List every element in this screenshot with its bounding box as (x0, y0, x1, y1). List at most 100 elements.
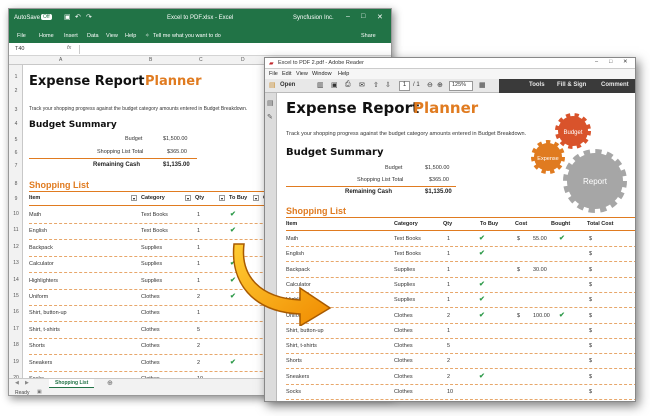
cell-category: Text Books (394, 251, 421, 258)
row-number[interactable]: 17 (9, 326, 23, 332)
function-icon[interactable]: fx (67, 45, 71, 51)
close-icon[interactable]: ✕ (377, 13, 383, 21)
maximize-icon[interactable]: □ (609, 59, 612, 65)
pdf-remaining-value: $1,135.00 (425, 189, 452, 195)
row-number[interactable]: 12 (9, 244, 23, 250)
filter-dropdown-icon[interactable]: ▾ (185, 195, 191, 201)
ribbon-tab-insert[interactable]: Insert (64, 33, 78, 39)
row-number[interactable]: 6 (9, 150, 23, 156)
undo-icon[interactable]: ↶ (75, 13, 81, 21)
row-number[interactable]: 4 (9, 121, 23, 127)
divider (286, 186, 456, 187)
name-box[interactable]: T40 (15, 46, 24, 52)
zoom-out-icon[interactable]: ⊖ (427, 81, 433, 89)
tools-panel-button[interactable]: Tools (529, 82, 545, 88)
autosave-toggle[interactable]: Off (41, 14, 52, 20)
add-sheet-icon[interactable]: ⊕ (107, 379, 113, 387)
row-number[interactable]: 5 (9, 137, 23, 143)
print-icon[interactable]: ⎙ (345, 81, 351, 89)
pages-thumbnail-icon[interactable]: ▤ (267, 99, 274, 107)
checkmark-icon[interactable]: ✔ (230, 226, 236, 234)
row-number[interactable]: 10 (9, 211, 23, 217)
zoom-in-icon[interactable]: ⊕ (437, 81, 443, 89)
cell-qty: 1 (447, 281, 451, 288)
row-number[interactable]: 2 (9, 88, 23, 94)
row-number[interactable]: 7 (9, 163, 23, 169)
row-number[interactable]: 1 (9, 74, 23, 80)
column-header[interactable]: D (241, 57, 245, 63)
row-number[interactable]: 8 (9, 181, 23, 187)
checkmark-icon[interactable]: ✔ (230, 358, 236, 366)
column-header[interactable]: A (59, 57, 62, 63)
row-number[interactable]: 16 (9, 309, 23, 315)
close-icon[interactable]: ✕ (623, 59, 628, 65)
ribbon-tab-home[interactable]: Home (39, 33, 54, 39)
ribbon-tab-help[interactable]: Help (125, 33, 136, 39)
filter-dropdown-icon[interactable]: ▾ (253, 195, 259, 201)
page-number-input[interactable]: 1 (399, 81, 410, 91)
account-name[interactable]: Syncfusion Inc. (293, 15, 334, 21)
menu-help[interactable]: Help (338, 71, 349, 77)
comment-panel-button[interactable]: Comment (601, 82, 629, 88)
save-icon[interactable]: ▣ (64, 13, 71, 21)
save-icon[interactable]: ▣ (331, 81, 338, 89)
redo-icon[interactable]: ↷ (86, 13, 92, 21)
formula-bar: T40 fx (9, 43, 391, 56)
reader-title-bar: ▰ Excel to PDF 2.pdf - Adobe Reader – □ … (265, 58, 635, 69)
row-number[interactable]: 15 (9, 293, 23, 299)
minimize-icon[interactable]: – (595, 59, 598, 65)
row-number[interactable]: 13 (9, 260, 23, 266)
tell-me-box[interactable]: Tell me what you want to do (153, 33, 221, 39)
column-header[interactable]: C (199, 57, 203, 63)
menu-file[interactable]: File (269, 71, 278, 77)
menu-window[interactable]: Window (312, 71, 332, 77)
open-button[interactable]: Open (280, 82, 295, 88)
sheet-column-header[interactable]: Qty (195, 195, 204, 201)
open-folder-icon[interactable]: ▤ (269, 81, 276, 89)
sheet-column-header[interactable]: To Buy (229, 195, 247, 201)
create-pdf-icon[interactable]: ▥ (317, 81, 324, 89)
row-number[interactable]: 3 (9, 107, 23, 113)
divider (286, 230, 635, 231)
prev-sheet-icon[interactable]: ◀ (15, 380, 19, 386)
minimize-icon[interactable]: – (346, 13, 350, 20)
row-number[interactable]: 14 (9, 277, 23, 283)
prev-page-icon[interactable]: ⇧ (373, 81, 379, 89)
zoom-select[interactable]: 125% (449, 81, 473, 91)
fill-sign-panel-button[interactable]: Fill & Sign (557, 82, 586, 88)
menu-edit[interactable]: Edit (282, 71, 291, 77)
ribbon-tab-data[interactable]: Data (87, 33, 99, 39)
row-number[interactable]: 19 (9, 359, 23, 365)
row-number[interactable]: 9 (9, 196, 23, 202)
ribbon-tab-view[interactable]: View (106, 33, 118, 39)
share-button[interactable]: Share (361, 33, 376, 39)
page-total: / 1 (413, 82, 420, 88)
row-number[interactable]: 11 (9, 227, 23, 233)
cell-total-currency: $ (589, 373, 593, 380)
cell-category: Clothes (141, 326, 160, 333)
maximize-icon[interactable]: □ (361, 13, 365, 20)
pdf-title-main: Expense Report (286, 99, 420, 117)
cell-item: Backpack (29, 244, 53, 251)
cell-cost: 100.00 (533, 312, 550, 319)
sheet-budget-value: $1,500.00 (163, 136, 188, 142)
filter-dropdown-icon[interactable]: ▾ (219, 195, 225, 201)
cell-item: Calculator (29, 261, 54, 268)
sheet-column-header[interactable]: Item (29, 195, 40, 201)
pdf-app-icon: ▰ (269, 61, 274, 67)
menu-view[interactable]: View (296, 71, 308, 77)
macro-record-icon[interactable]: ▣ (37, 389, 42, 395)
column-header[interactable]: B (149, 57, 152, 63)
row-number[interactable]: 18 (9, 342, 23, 348)
fit-page-icon[interactable]: ▦ (479, 81, 486, 89)
checkmark-icon[interactable]: ✔ (230, 210, 236, 218)
email-icon[interactable]: ✉ (359, 81, 365, 89)
filter-dropdown-icon[interactable]: ▾ (131, 195, 137, 201)
sheet-budget-label: Budget (125, 136, 143, 142)
attachment-icon[interactable]: ✎ (267, 113, 273, 121)
sheet-column-header[interactable]: Category (141, 195, 165, 201)
ribbon-tab-file[interactable]: File (17, 33, 26, 39)
formula-input[interactable] (79, 45, 389, 54)
next-sheet-icon[interactable]: ▶ (25, 380, 29, 386)
next-page-icon[interactable]: ⇩ (385, 81, 391, 89)
